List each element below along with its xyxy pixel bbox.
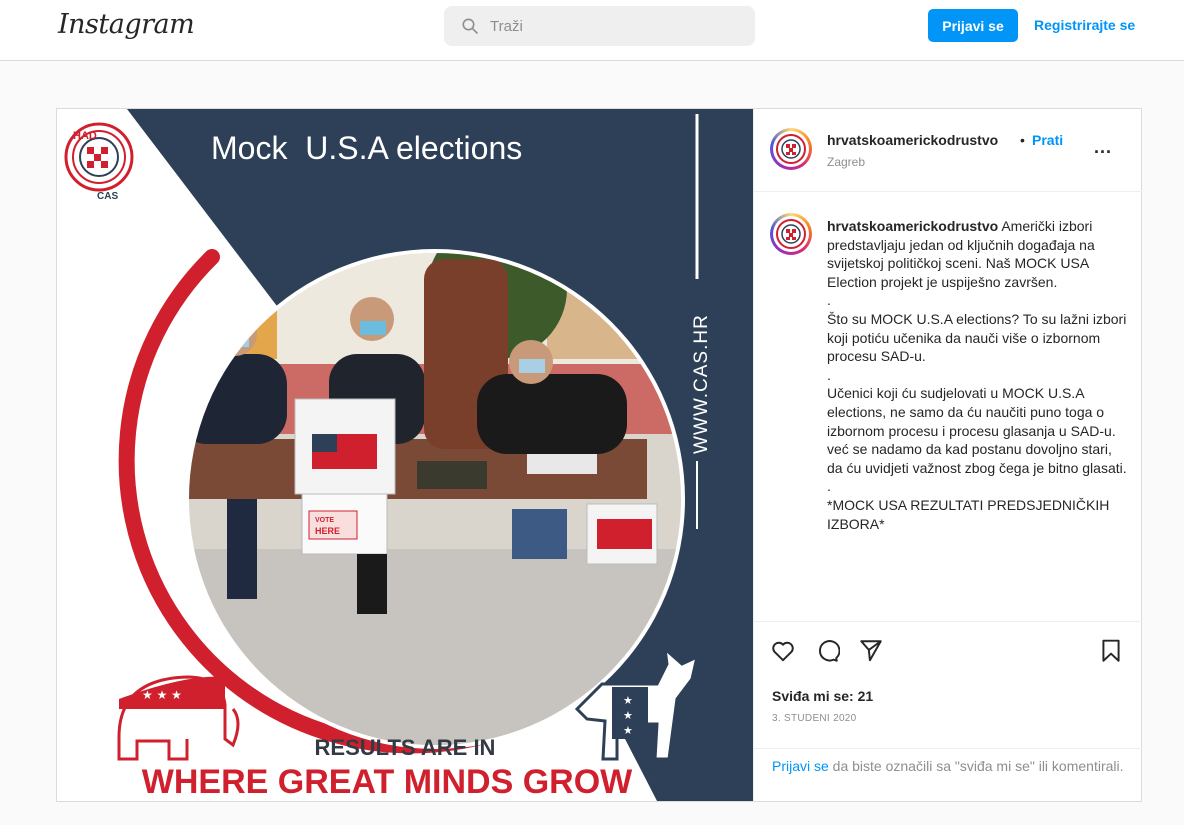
login-button[interactable]: Prijavi se [928,9,1018,42]
bookmark-icon[interactable] [1098,638,1124,664]
caption-paragraph: . [827,478,831,495]
profile-logo-icon [776,134,806,164]
post-side-panel: hrvatskoamerickodrustvo • Prati Zagreb .… [753,109,1142,801]
follow-button[interactable]: Prati [1032,132,1063,148]
instagram-logo[interactable]: Instagram [58,9,195,40]
profile-logo-icon [776,219,806,249]
ballot-label-here: HERE [315,526,340,536]
post-actions: Sviđa mi se: 21 3. STUDENI 2020 Prijavi … [754,621,1142,801]
election-poster: HAD CAS Mock U.S.A elections WWW.CAS.HR [64,109,753,801]
post-username[interactable]: hrvatskoamerickodrustvo [827,132,998,148]
caption-paragraph: Što su MOCK U.S.A elections? To su lažni… [827,310,1127,365]
search-box[interactable] [444,6,755,46]
post-location[interactable]: Zagreb [827,155,865,169]
register-link[interactable]: Registrirajte se [1034,17,1135,33]
login-prompt-text: da biste označili sa "sviđa mi se" ili k… [828,758,1124,774]
website-text: WWW.CAS.HR [691,314,712,454]
caption-paragraph: . [827,292,831,309]
more-options-icon[interactable]: ... [1094,137,1112,158]
search-icon [462,18,478,34]
login-prompt: Prijavi se da biste označili sa "sviđa m… [754,748,1142,802]
elephant-icon: ★ ★ ★ [117,675,240,761]
post-image[interactable]: HAD CAS Mock U.S.A elections WWW.CAS.HR [57,109,753,801]
elephant-stars: ★ ★ ★ [142,688,182,702]
results-text: RESULTS ARE IN [315,735,496,760]
separator-dot: • [1020,132,1025,148]
caption-paragraph: . [827,366,831,383]
avatar[interactable] [770,128,812,170]
post-card: HAD CAS Mock U.S.A elections WWW.CAS.HR [56,108,1142,802]
caption-paragraph: *MOCK USA REZULTATI PREDSJEDNIČKIH IZBOR… [827,496,1110,532]
had-cas-logo: HAD CAS [64,122,134,202]
like-count[interactable]: Sviđa mi se: 21 [772,688,873,704]
ballot-label-vote: VOTE [315,517,334,524]
post-date[interactable]: 3. STUDENI 2020 [772,713,857,724]
heart-icon[interactable] [770,638,796,664]
caption-area: hrvatskoamerickodrustvo Američki izbori … [754,193,1142,621]
svg-text:★: ★ [623,709,633,722]
poster-title: Mock U.S.A elections [211,130,522,166]
share-icon[interactable] [858,638,884,664]
login-link[interactable]: Prijavi se [772,758,829,774]
svg-text:★: ★ [623,724,633,737]
search-input[interactable] [490,6,740,46]
logo-text-top: HAD [73,130,97,142]
caption-username[interactable]: hrvatskoamerickodrustvo [827,218,998,234]
post-caption: hrvatskoamerickodrustvo Američki izbori … [827,217,1127,533]
top-navigation-bar: Instagram Prijavi se Registrirajte se [0,0,1184,61]
logo-text-bottom: CAS [97,191,118,202]
comment-icon[interactable] [814,638,840,664]
svg-text:★: ★ [623,694,633,707]
post-header: hrvatskoamerickodrustvo • Prati Zagreb .… [754,109,1142,192]
caption-avatar[interactable] [770,213,812,255]
caption-paragraph: Učenici koji ću sudjelovati u MOCK U.S.A… [827,385,1127,476]
slogan-text: WHERE GREAT MINDS GROW [142,763,633,801]
caption-paragraph: hrvatskoamerickodrustvo Američki izbori … [827,217,1127,291]
